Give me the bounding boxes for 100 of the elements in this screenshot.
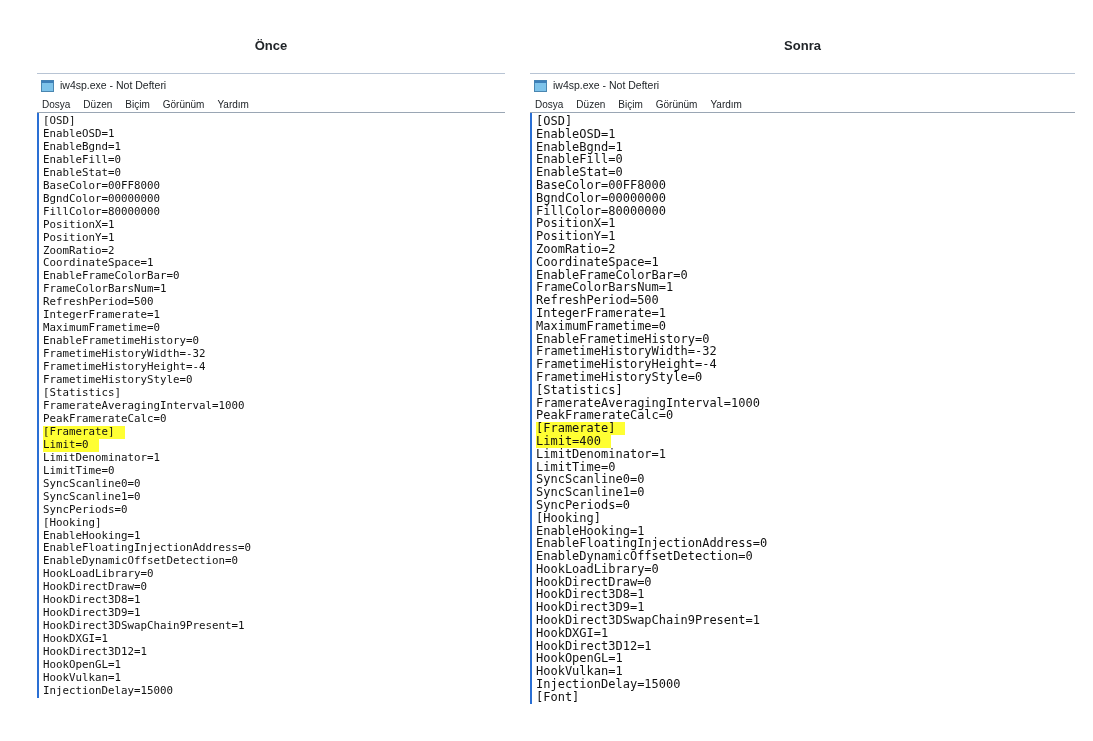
notepad-icon	[41, 79, 54, 92]
text-line: CoordinateSpace=1	[536, 255, 659, 269]
menu-item[interactable]: Yardım	[710, 97, 742, 112]
text-line: FramerateAveragingInterval=1000	[536, 396, 760, 410]
menu-item[interactable]: Yardım	[217, 97, 249, 112]
text-line: EnableFrameColorBar=0	[43, 270, 180, 284]
text-line: HookOpenGL=1	[43, 659, 121, 672]
text-line: SyncScanline0=0	[43, 477, 141, 491]
text-line: EnableDynamicOffsetDetection=0	[536, 550, 753, 563]
text-line: HookDirectDraw=0	[536, 575, 652, 589]
text-line: FrametimeHistoryStyle=0	[536, 370, 703, 384]
text-line: EnableFloatingInjectionAddress=0	[43, 542, 251, 556]
text-line: HookDirect3D8=1	[43, 594, 141, 608]
text-line: PositionY=1	[43, 231, 115, 245]
text-line: PeakFramerateCalc=0	[536, 409, 674, 423]
text-line: FramerateAveragingInterval=1000	[43, 399, 245, 413]
text-line: [Statistics]	[536, 383, 623, 397]
text-line: FrametimeHistoryWidth=-32	[43, 348, 206, 362]
text-line: FrameColorBarsNum=1	[43, 283, 167, 297]
text-line: LimitDenominator=1	[43, 451, 160, 465]
text-line: SyncPeriods=0	[536, 498, 630, 512]
text-line: HookDirectDraw=0	[43, 581, 147, 595]
text-line: FillColor=80000000	[536, 204, 667, 218]
panel-heading: Sonra	[784, 37, 821, 55]
window-title: iw4sp.exe - Not Defteri	[553, 77, 660, 93]
text-line: EnableFrametimeHistory=0	[536, 332, 710, 346]
text-line: EnableFloatingInjectionAddress=0	[536, 537, 768, 551]
text-line: IntegerFramerate=1	[43, 309, 160, 323]
text-line: [Statistics]	[43, 387, 121, 400]
text-line: HookLoadLibrary=0	[536, 562, 659, 576]
text-line: [OSD]	[43, 115, 76, 128]
text-line: EnableStat=0	[43, 166, 121, 180]
text-line: SyncScanline1=0	[43, 490, 141, 504]
menu-item[interactable]: Dosya	[42, 97, 71, 112]
text-line: HookDirect3D8=1	[536, 588, 645, 602]
text-line: ZoomRatio=2	[43, 244, 115, 258]
text-line: [OSD]	[536, 115, 573, 128]
panel-heading: Önce	[254, 37, 288, 55]
text-line: RefreshPeriod=500	[43, 296, 154, 310]
text-line: PositionX=1	[43, 218, 115, 232]
text-line: MaximumFrametime=0	[43, 322, 160, 336]
menu-item[interactable]: Görünüm	[655, 97, 698, 112]
text-line: FrametimeHistoryHeight=-4	[536, 358, 717, 371]
menu-item[interactable]: Görünüm	[162, 97, 205, 112]
text-line: EnableFrametimeHistory=0	[43, 335, 199, 349]
text-line: SyncScanline0=0	[536, 473, 645, 487]
text-line: EnableOSD=1	[43, 127, 115, 141]
text-line: [Hooking]	[536, 511, 602, 525]
text-line: EnableHooking=1	[536, 524, 645, 538]
notepad-icon	[534, 79, 547, 92]
text-line: InjectionDelay=15000	[536, 678, 681, 691]
text-line: FrametimeHistoryHeight=-4	[43, 361, 206, 375]
text-line: [Font]	[536, 690, 580, 704]
text-line: EnableOSD=1	[536, 127, 616, 141]
text-line: FrametimeHistoryStyle=0	[43, 374, 193, 387]
text-line: EnableDynamicOffsetDetection=0	[43, 555, 238, 569]
text-line: PeakFramerateCalc=0	[43, 412, 167, 426]
text-line: BgndColor=00000000	[536, 191, 667, 205]
text-line: HookDXGI=1	[43, 633, 108, 647]
text-line: HookOpenGL=1	[536, 652, 623, 666]
text-line: EnableBgnd=1	[43, 140, 121, 154]
text-line: HookDirect3D12=1	[43, 646, 147, 660]
text-line: PositionX=1	[536, 217, 616, 231]
menu-item[interactable]: Düzen	[576, 97, 606, 112]
text-line: LimitTime=0	[43, 464, 115, 478]
text-line: MaximumFrametime=0	[536, 319, 667, 333]
text-line: HookDirect3D12=1	[536, 639, 652, 653]
text-line: HookDirect3D9=1	[43, 607, 141, 621]
text-line: IntegerFramerate=1	[536, 306, 667, 320]
text-line: BaseColor=00FF8000	[536, 179, 667, 192]
text-line: HookDirect3D9=1	[536, 601, 645, 615]
window-title: iw4sp.exe - Not Defteri	[60, 77, 167, 93]
text-line: BaseColor=00FF8000	[43, 179, 160, 193]
text-line: PositionY=1	[536, 230, 616, 243]
text-line: LimitDenominator=1	[536, 447, 667, 461]
text-line: EnableStat=0	[536, 166, 623, 179]
text-line: SyncPeriods=0	[43, 503, 128, 517]
text-line: CoordinateSpace=1	[43, 257, 154, 271]
text-line: HookVulkan=1	[43, 672, 121, 685]
menu-item[interactable]: Biçim	[618, 97, 643, 112]
text-line: SyncScanline1=0	[536, 486, 645, 499]
text-line: HookDirect3DSwapChain9Present=1	[536, 614, 760, 627]
text-line: LimitTime=0	[536, 460, 616, 474]
text-line: HookLoadLibrary=0	[43, 568, 154, 582]
text-line: FillColor=80000000	[43, 205, 160, 219]
text-line: EnableFill=0	[43, 153, 121, 167]
text-line: ZoomRatio=2	[536, 242, 616, 256]
text-line: BgndColor=00000000	[43, 192, 160, 206]
text-line: [Hooking]	[43, 516, 102, 530]
menu-item[interactable]: Düzen	[83, 97, 113, 112]
text-line: FrametimeHistoryWidth=-32	[536, 345, 717, 359]
text-line: RefreshPeriod=500	[536, 294, 659, 307]
text-line: EnableHooking=1	[43, 529, 141, 543]
text-line: EnableFill=0	[536, 153, 623, 167]
text-line: FrameColorBarsNum=1	[536, 281, 674, 295]
menu-item[interactable]: Biçim	[125, 97, 150, 112]
text-line: HookVulkan=1	[536, 665, 623, 679]
text-line: EnableBgnd=1	[536, 140, 623, 154]
text-line: InjectionDelay=15000	[43, 684, 173, 698]
menu-item[interactable]: Dosya	[535, 97, 564, 112]
